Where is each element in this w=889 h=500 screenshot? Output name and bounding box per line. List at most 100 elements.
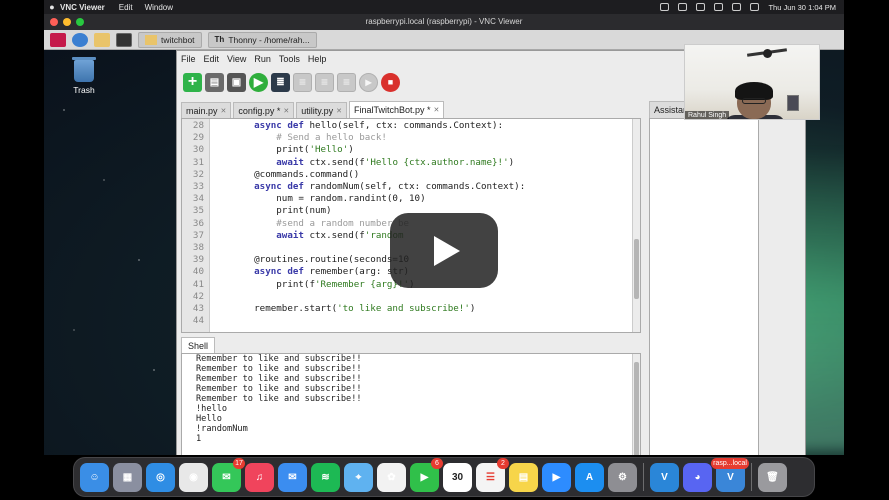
menubar-app-name[interactable]: VNC Viewer <box>60 3 105 12</box>
zoom-icon[interactable]: ▶ <box>542 462 571 492</box>
close-tab-icon[interactable]: ✕ <box>434 106 440 114</box>
vnc-window-titlebar: raspberrypi.local (raspberrypi) - VNC Vi… <box>44 14 844 30</box>
menubar-item-edit[interactable]: Edit <box>119 3 133 12</box>
spotify-icon[interactable]: ≋ <box>311 462 340 492</box>
desktop-trash[interactable]: Trash <box>66 57 102 95</box>
presenter-glasses <box>742 98 766 104</box>
menu-file[interactable]: File <box>181 54 196 64</box>
video-play-button[interactable] <box>390 213 498 288</box>
step-into-icon[interactable]: ≡ <box>315 72 334 92</box>
minimize-window-icon[interactable] <box>63 18 71 26</box>
editor-tab[interactable]: FinalTwitchBot.py * ✕ <box>349 101 445 118</box>
code-line[interactable]: 34 num = random.randint(0, 10) <box>182 193 640 205</box>
menu-run[interactable]: Run <box>254 54 271 64</box>
messages-icon[interactable]: ✉ 17 <box>212 457 245 492</box>
line-source: remember.start('to like and subscribe!') <box>232 303 476 314</box>
close-tab-icon[interactable]: ✕ <box>336 107 342 115</box>
file-manager-icon[interactable] <box>94 32 110 47</box>
dock-item-glyph: ☺ <box>89 471 100 483</box>
launchpad-icon[interactable]: ▦ <box>113 462 142 492</box>
bluetooth-icon[interactable] <box>678 3 688 11</box>
editor-tab[interactable]: main.py ✕ <box>181 102 232 118</box>
terminal-icon[interactable] <box>116 32 132 47</box>
system-preferences-icon[interactable]: ⚙ <box>608 462 637 492</box>
facetime-icon[interactable]: ▶ 6 <box>410 457 443 492</box>
close-window-icon[interactable] <box>50 18 58 26</box>
play-icon <box>434 235 460 266</box>
run-icon[interactable]: ▶ <box>249 72 268 92</box>
window-controls <box>50 18 84 26</box>
line-number: 37 <box>192 229 204 241</box>
menu-view[interactable]: View <box>227 54 246 64</box>
chrome-icon[interactable]: ◉ <box>179 462 208 492</box>
line-source: @commands.command() <box>232 168 360 180</box>
app-store-icon[interactable]: A <box>575 462 604 492</box>
raspberry-menu-icon[interactable] <box>50 32 66 47</box>
notes-icon[interactable]: ▤ <box>509 462 538 492</box>
editor-tab[interactable]: utility.py ✕ <box>296 102 348 118</box>
line-source: async def remember(arg: str) <box>254 266 410 278</box>
editor-tab-label: main.py <box>186 105 218 116</box>
close-tab-icon[interactable]: ✕ <box>221 107 227 115</box>
code-line[interactable]: 44 <box>182 315 640 327</box>
resume-icon[interactable]: ▸ <box>359 72 378 92</box>
menu-help[interactable]: Help <box>308 54 327 64</box>
photos-icon[interactable]: ✿ <box>377 462 406 492</box>
search-icon[interactable] <box>732 3 742 11</box>
shell-scrollbar-thumb[interactable] <box>634 362 639 455</box>
trash-icon[interactable]: 🗑 <box>758 462 787 492</box>
dock-item-glyph: ◎ <box>156 471 165 483</box>
vscode-icon[interactable]: V <box>650 462 679 492</box>
dock-badge: 2 <box>497 457 509 469</box>
dock-item-glyph: ◕ <box>694 471 701 483</box>
debug-icon[interactable]: ≣ <box>271 72 290 92</box>
shell-panel: Shell Remember to like and subscribe!! Re… <box>181 337 647 455</box>
close-tab-icon[interactable]: ✕ <box>283 107 289 115</box>
battery-icon[interactable] <box>696 3 706 11</box>
code-line[interactable]: 29 # Send a hello back! <box>182 132 640 144</box>
vnc-viewer-icon[interactable]: Vrasp...local <box>711 457 749 492</box>
editor-tab[interactable]: config.py * ✕ <box>233 102 295 118</box>
zoom-window-icon[interactable] <box>76 18 84 26</box>
menubar-datetime[interactable]: Thu Jun 30 1:04 PM <box>768 3 836 12</box>
code-line[interactable]: 42 <box>182 291 640 303</box>
mail-icon[interactable]: ✉ <box>278 462 307 492</box>
music-icon[interactable]: ♫ <box>245 462 274 492</box>
maps-icon[interactable]: ⌖ <box>344 462 373 492</box>
taskbar-task-twitchbot[interactable]: twitchbot <box>138 31 202 48</box>
shell-scrollbar[interactable] <box>632 354 640 455</box>
code-line[interactable]: 43 remember.start('to like and subscribe… <box>182 303 640 315</box>
open-file-icon[interactable]: ▤ <box>205 72 224 92</box>
calendar-icon[interactable]: 30 <box>443 462 472 492</box>
code-line[interactable]: 31 await ctx.send(f'Hello {ctx.author.na… <box>182 157 640 169</box>
step-over-icon[interactable]: ≡ <box>293 72 312 92</box>
trash-label: Trash <box>73 85 95 95</box>
finder-icon[interactable]: ☺ <box>80 462 109 492</box>
stop-icon[interactable]: ■ <box>381 72 400 92</box>
new-file-icon[interactable]: + <box>183 72 202 92</box>
discord-icon[interactable]: ◕ <box>683 462 712 492</box>
reminders-icon[interactable]: ☰ 2 <box>476 457 509 492</box>
dock-item-glyph: ▶ <box>420 471 429 483</box>
safari-icon[interactable]: ◎ <box>146 462 175 492</box>
dock-badge: 17 <box>233 457 245 469</box>
control-center-icon[interactable] <box>750 3 760 11</box>
shell-line: Remember to like and subscribe!! <box>196 374 362 384</box>
code-line[interactable]: 33 async def randomNum(self, ctx: comman… <box>182 181 640 193</box>
screen-record-icon[interactable] <box>660 3 670 11</box>
shell-line: Remember to like and subscribe!! <box>196 384 362 394</box>
tab-shell[interactable]: Shell <box>181 337 215 353</box>
menu-edit[interactable]: Edit <box>204 54 220 64</box>
menubar-item-window[interactable]: Window <box>145 3 173 12</box>
shell-output[interactable]: Remember to like and subscribe!! Remember… <box>181 353 641 455</box>
wifi-icon[interactable] <box>714 3 724 11</box>
step-out-icon[interactable]: ≡ <box>337 72 356 92</box>
menu-tools[interactable]: Tools <box>279 54 300 64</box>
taskbar-task-thonny[interactable]: Th Thonny - /home/rah... <box>207 31 317 48</box>
code-line[interactable]: 32 @commands.command() <box>182 168 640 181</box>
save-file-icon[interactable]: ▣ <box>227 72 246 92</box>
apple-icon[interactable]: ● <box>44 2 60 12</box>
code-line[interactable]: 28 async def hello(self, ctx: commands.C… <box>182 120 640 132</box>
web-browser-icon[interactable] <box>72 32 88 47</box>
code-line[interactable]: 30 print('Hello') <box>182 144 640 156</box>
